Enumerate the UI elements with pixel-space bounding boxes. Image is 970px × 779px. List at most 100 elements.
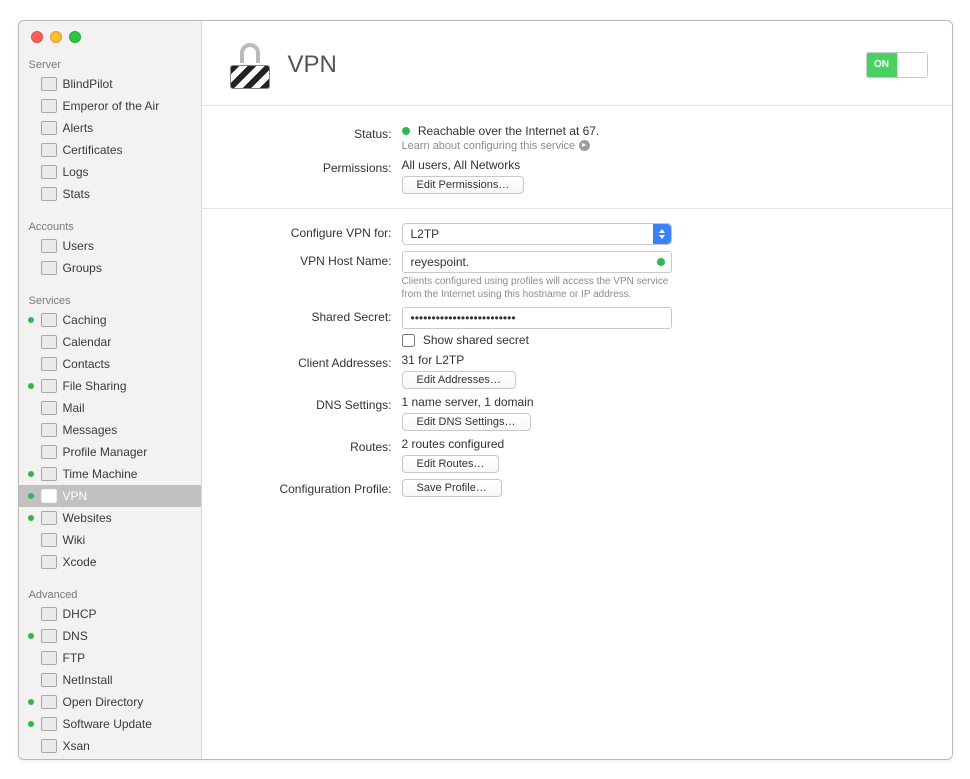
close-icon[interactable] (31, 31, 43, 43)
server-app-window: Server BlindPilotEmperor of the AirAlert… (18, 20, 953, 760)
dhcp-icon (41, 607, 57, 621)
sidebar-section-services: Services (19, 289, 201, 309)
service-status-dot-icon (28, 743, 34, 749)
blindpilot-icon (41, 77, 57, 91)
sidebar-item-software-update[interactable]: Software Update (19, 713, 201, 735)
dns-settings-value: 1 name server, 1 domain (402, 395, 534, 409)
sidebar-item-contacts[interactable]: Contacts (19, 353, 201, 375)
service-status-dot-icon (28, 699, 34, 705)
wiki-icon (41, 533, 57, 547)
sidebar-item-file-sharing[interactable]: File Sharing (19, 375, 201, 397)
sidebar-section-advanced: Advanced (19, 583, 201, 603)
time-machine-icon (41, 467, 57, 481)
service-status-dot-icon (28, 611, 34, 617)
sidebar-item-label: Wiki (63, 531, 86, 549)
sidebar-item-label: Certificates (63, 141, 123, 159)
sidebar-item-label: Mail (63, 399, 85, 417)
sidebar-item-websites[interactable]: Websites (19, 507, 201, 529)
service-status-dot-icon (28, 721, 34, 727)
sidebar-item-logs[interactable]: Logs (19, 161, 201, 183)
sidebar-item-ftp[interactable]: FTP (19, 647, 201, 669)
service-status-dot-icon (28, 317, 34, 323)
edit-routes-button[interactable]: Edit Routes… (402, 455, 500, 473)
status-dot-icon (402, 127, 410, 135)
show-secret-checkbox[interactable] (402, 334, 415, 347)
sidebar-item-label: Websites (63, 509, 112, 527)
sidebar-item-netinstall[interactable]: NetInstall (19, 669, 201, 691)
vpn-protocol-select[interactable]: L2TP (402, 223, 672, 245)
sidebar-item-open-directory[interactable]: Open Directory (19, 691, 201, 713)
sidebar-item-xcode[interactable]: Xcode (19, 551, 201, 573)
service-status-dot-icon (28, 515, 34, 521)
contacts-icon (41, 357, 57, 371)
learn-link-text: Learn about configuring this service (402, 140, 576, 152)
sidebar-item-caching[interactable]: Caching (19, 309, 201, 331)
alerts-icon (41, 121, 57, 135)
sidebar-item-xsan[interactable]: Xsan (19, 735, 201, 757)
ftp-icon (41, 651, 57, 665)
caching-icon (41, 313, 57, 327)
minimize-icon[interactable] (50, 31, 62, 43)
sidebar-item-label: Messages (63, 421, 118, 439)
learn-link[interactable]: Learn about configuring this service (402, 140, 591, 152)
sidebar-item-wiki[interactable]: Wiki (19, 529, 201, 551)
open-directory-icon (41, 695, 57, 709)
service-status-dot-icon (28, 339, 34, 345)
secret-label: Shared Secret: (232, 307, 402, 324)
websites-icon (41, 511, 57, 525)
edit-dns-button[interactable]: Edit DNS Settings… (402, 413, 531, 431)
sidebar-item-label: Caching (63, 311, 107, 329)
save-profile-button[interactable]: Save Profile… (402, 479, 502, 497)
toggle-on-label: ON (867, 53, 897, 77)
sidebar-section-accounts: Accounts (19, 215, 201, 235)
dns-icon (41, 629, 57, 643)
service-status-dot-icon (28, 361, 34, 367)
edit-addresses-button[interactable]: Edit Addresses… (402, 371, 516, 389)
status-value: Reachable over the Internet at 67. (418, 124, 599, 138)
sidebar-item-messages[interactable]: Messages (19, 419, 201, 441)
sidebar-item-label: DNS (63, 627, 88, 645)
sidebar-item-mail[interactable]: Mail (19, 397, 201, 419)
main-pane: VPN ON Status: Reachable over the Intern… (202, 21, 952, 759)
sidebar-item-dhcp[interactable]: DHCP (19, 603, 201, 625)
sidebar-item-vpn[interactable]: VPN (19, 485, 201, 507)
window-controls (31, 31, 81, 43)
page-title: VPN (288, 51, 337, 79)
sidebar-item-label: Stats (63, 185, 90, 203)
hostname-hint: Clients configured using profiles will a… (402, 275, 672, 301)
sidebar-item-calendar[interactable]: Calendar (19, 331, 201, 353)
dns-settings-label: DNS Settings: (232, 395, 402, 412)
sidebar-item-label: Profile Manager (63, 443, 148, 461)
sidebar-item-profile-manager[interactable]: Profile Manager (19, 441, 201, 463)
sidebar-item-alerts[interactable]: Alerts (19, 117, 201, 139)
configure-label: Configure VPN for: (232, 223, 402, 240)
shared-secret-input[interactable]: ••••••••••••••••••••••••• (402, 307, 672, 329)
edit-permissions-button[interactable]: Edit Permissions… (402, 176, 525, 194)
xsan-icon (41, 739, 57, 753)
service-status-dot-icon (28, 471, 34, 477)
chevron-updown-icon (653, 224, 671, 244)
sidebar-item-certificates[interactable]: Certificates (19, 139, 201, 161)
toggle-knob-icon (897, 53, 927, 77)
sidebar-item-stats[interactable]: Stats (19, 183, 201, 205)
service-toggle[interactable]: ON (866, 52, 928, 78)
sidebar-item-users[interactable]: Users (19, 235, 201, 257)
hostname-input[interactable]: reyespoint. (402, 251, 672, 273)
pane-header: VPN ON (202, 21, 952, 106)
sidebar-item-label: File Sharing (63, 377, 127, 395)
sidebar-item-time-machine[interactable]: Time Machine (19, 463, 201, 485)
sidebar-item-dns[interactable]: DNS (19, 625, 201, 647)
sidebar-item-label: Users (63, 237, 94, 255)
sidebar-item-label: Software Update (63, 715, 152, 733)
sidebar-item-label: NetInstall (63, 671, 113, 689)
sidebar-item-groups[interactable]: Groups (19, 257, 201, 279)
hostname-label: VPN Host Name: (232, 251, 402, 268)
sidebar-item-emperor-of-the-air[interactable]: Emperor of the Air (19, 95, 201, 117)
hostname-value: reyespoint. (411, 255, 470, 269)
sidebar-item-label: VPN (63, 487, 88, 505)
sidebar-item-blindpilot[interactable]: BlindPilot (19, 73, 201, 95)
zoom-icon[interactable] (69, 31, 81, 43)
sidebar-item-label: Time Machine (63, 465, 138, 483)
client-addresses-label: Client Addresses: (232, 353, 402, 370)
service-status-dot-icon (28, 493, 34, 499)
